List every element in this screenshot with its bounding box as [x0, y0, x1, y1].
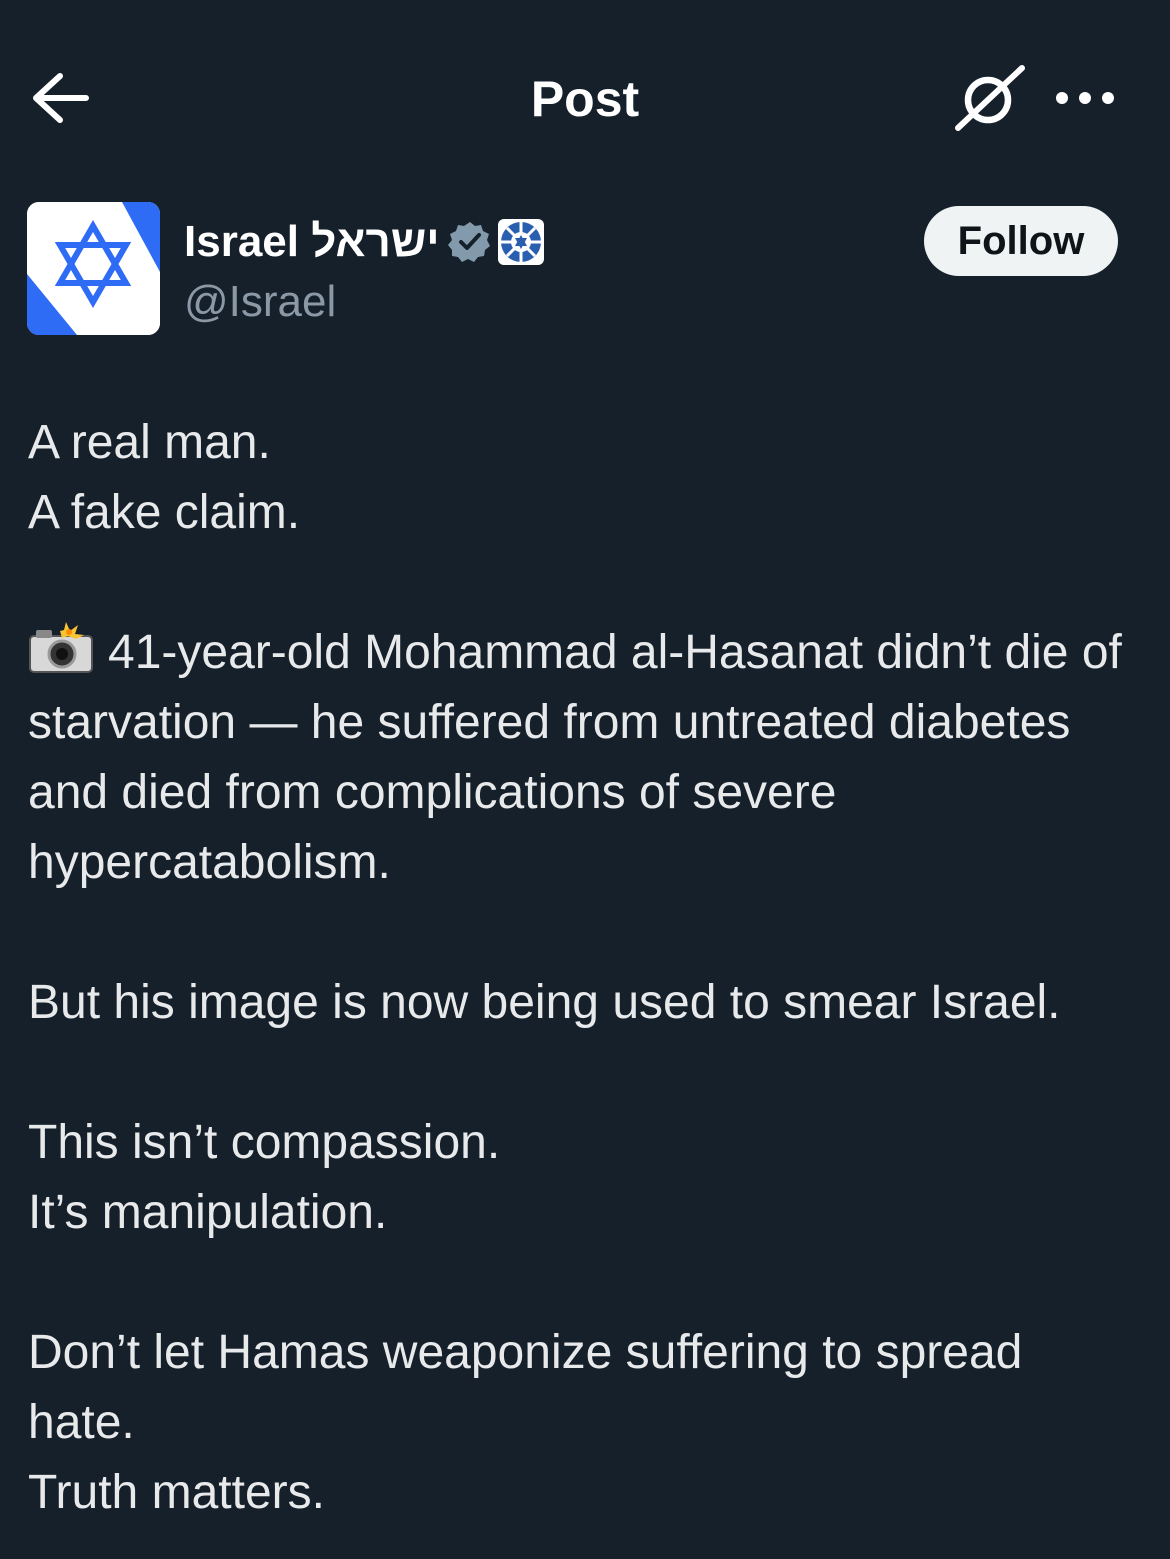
author-info: Israel ישראל @Israel — [184, 214, 546, 330]
star-of-david-icon — [27, 202, 160, 335]
post-line: A fake claim. — [28, 486, 301, 539]
author-handle[interactable]: @Israel — [184, 274, 546, 330]
post-line: A real man. — [28, 416, 271, 469]
camera-flash-icon — [29, 622, 93, 673]
post-paragraph: But his image is now being used to smear… — [28, 976, 1061, 1029]
top-bar: Post — [0, 0, 1170, 190]
post-paragraph: 41-year-old Mohammad al-Hasanat didn’t d… — [28, 618, 1138, 898]
ellipsis-icon — [1056, 92, 1114, 104]
follow-button[interactable]: Follow — [924, 206, 1118, 276]
post-line: Don’t let Hamas weaponize suffering to s… — [28, 1326, 1023, 1449]
more-options-button[interactable] — [1050, 78, 1120, 118]
post-line: It’s manipulation. — [28, 1186, 388, 1239]
author-name-row: Israel ישראל — [184, 214, 546, 270]
government-badge-icon — [497, 219, 544, 265]
author-display-name[interactable]: Israel ישראל — [184, 214, 440, 270]
post-line: Truth matters. — [28, 1466, 325, 1519]
post-line: This isn’t compassion. — [28, 1116, 501, 1169]
verified-badge-icon — [447, 222, 490, 262]
grok-icon — [955, 65, 1025, 131]
grok-button[interactable] — [950, 62, 1030, 134]
post-paragraph-text: 41-year-old Mohammad al-Hasanat didn’t d… — [28, 626, 1122, 889]
post-body: A real man. A fake claim. 41-year-old Mo… — [28, 408, 1138, 1528]
avatar[interactable] — [27, 202, 160, 335]
